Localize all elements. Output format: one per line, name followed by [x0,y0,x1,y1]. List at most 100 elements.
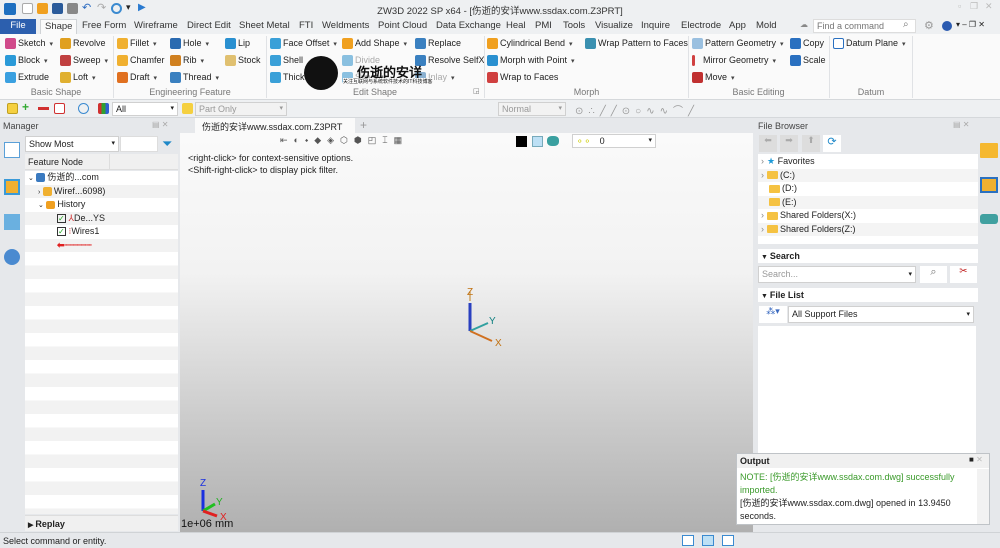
tab-data-exchange[interactable]: Data Exchange [432,19,505,34]
remove-icon[interactable] [38,107,49,110]
copy-button[interactable]: Copy [790,38,824,50]
replace-button[interactable]: Replace [415,38,461,50]
file-browser-tab-icon[interactable] [980,143,998,158]
tab-file[interactable]: File [0,19,36,34]
tree-row-root[interactable]: ⌄ 伤逝的...com [25,171,178,185]
display-icon[interactable] [702,535,714,546]
gear-icon[interactable]: ⚙ [924,19,934,32]
panel-icon[interactable] [722,535,734,546]
scale-button[interactable]: Scale [790,55,826,67]
layer-tab-icon[interactable] [980,214,998,224]
restore-icon[interactable]: ❐ [970,1,978,12]
layout-icon[interactable] [682,535,694,546]
output-pin-icon[interactable]: ■ ✕ [969,455,983,464]
face-offset-button[interactable]: Face Offset ▾ [270,38,337,50]
replay-bar[interactable]: ▶ Replay [25,515,178,531]
tab-tools[interactable]: Tools [559,19,589,34]
datum-plane-button[interactable]: Datum Plane ▾ [833,38,906,50]
tree-row-wires[interactable]: ✓ ⁝Wires1 [25,225,178,239]
search-section-header[interactable]: ▼ Search [758,249,978,263]
show-filter-select[interactable]: Show Most ▾ [25,136,119,152]
hole-button[interactable]: Hole ▾ [170,38,209,50]
forward-icon[interactable]: ➡ [780,135,798,152]
document-tab[interactable]: 伤逝的安详www.ssdax.com.Z3PRT ✕ [195,118,355,143]
resource-tab-icon[interactable] [980,177,998,193]
tab-electrode[interactable]: Electrode [677,19,725,34]
view-tools-icons[interactable]: ⇤◐⬩◆◈⬡⬢◰⌶▦ [280,135,408,146]
tab-inquire[interactable]: Inquire [637,19,674,34]
tree-item-c[interactable]: › (C:) [758,168,978,182]
wrap-to-faces-button[interactable]: Wrap to Faces [487,72,558,84]
tab-wireframe[interactable]: Wireframe [130,19,182,34]
tab-sheet-metal[interactable]: Sheet Metal [235,19,294,34]
resolve-selfx-button[interactable]: Resolve SelfX [415,55,485,67]
mirror-geometry-button[interactable]: Mirror Geometry ▾ [692,55,776,67]
revolve-button[interactable]: Revolve [60,38,106,50]
rib-button[interactable]: Rib ▾ [170,55,204,67]
pin-icon[interactable]: ▤ ✕ [152,120,168,129]
tree-row-datum[interactable]: ✓ ⅄De...YS [25,211,178,225]
block-button[interactable]: Block ▾ [5,55,48,67]
tab-direct-edit[interactable]: Direct Edit [183,19,235,34]
rollback-arrow-icon[interactable]: ⬅┈┈┈┈┈ [57,240,92,250]
up-icon[interactable]: ⬆ [802,135,820,152]
tab-point-cloud[interactable]: Point Cloud [374,19,431,34]
tab-pmi[interactable]: PMI [531,19,556,34]
find-command-input[interactable] [813,19,916,33]
stock-button[interactable]: Stock [225,55,261,67]
add-shape-button[interactable]: Add Shape ▾ [342,38,407,50]
checkbox-icon[interactable]: ✓ [57,227,66,237]
tree-row-wireframe[interactable]: › Wiref...6098) [25,184,178,198]
tab-fti[interactable]: FTI [295,19,317,34]
sketch-button[interactable]: Sketch ▾ [5,38,53,50]
cylindrical-bend-button[interactable]: Cylindrical Bend ▾ [487,38,573,50]
file-type-select[interactable]: All Support Files ▾ [788,306,974,323]
tab-app[interactable]: App [725,19,750,34]
back-icon[interactable]: ⬅ [759,135,777,152]
tree-row-rollback[interactable]: ⬅┈┈┈┈┈ [25,238,178,252]
move-button[interactable]: Move ▾ [692,72,735,84]
visual-tab-icon[interactable] [4,214,20,230]
pick-icon[interactable] [7,103,18,114]
search-icon[interactable]: ⌕ [903,19,909,30]
draft-button[interactable]: Draft ▾ [117,72,157,84]
layer-select[interactable]: ⚬⚬ 0 ▾ [572,134,656,148]
style-select[interactable]: Normal ▾ [498,102,566,116]
help-dropdown-icon[interactable]: ▾ ‒ ❐ ✕ [956,20,985,29]
filter-select[interactable]: All ▾ [112,102,178,116]
wrap-pattern-to-faces-button[interactable]: Wrap Pattern to Faces [585,38,688,50]
assembly-tab-icon[interactable] [4,179,20,195]
shell-button[interactable]: Shell [270,55,303,67]
file-list-section-header[interactable]: ▼ File List [758,288,978,302]
hexagon-icon[interactable] [78,103,89,114]
background-color-icon[interactable] [516,136,527,147]
face-color-icon[interactable] [532,136,543,147]
extrude-button[interactable]: Extrude [5,72,49,84]
tab-weldments[interactable]: Weldments [318,19,373,34]
tab-free-form[interactable]: Free Form [78,19,130,34]
dialog-launcher-icon[interactable]: ◲ [473,87,480,95]
tree-row-history[interactable]: ⌄ History [25,198,178,212]
new-tab-icon[interactable]: + [360,118,367,132]
output-scrollbar[interactable] [977,469,989,524]
tab-mold[interactable]: Mold [752,19,781,34]
select-box-icon[interactable] [54,103,65,114]
chamfer-button[interactable]: Chamfer [117,55,165,67]
tree-item-e[interactable]: (E:) [758,195,978,209]
user-tab-icon[interactable] [4,249,20,265]
thread-button[interactable]: Thread ▾ [170,72,219,84]
history-tab-icon[interactable] [4,142,20,158]
tab-shape[interactable]: Shape [40,19,78,34]
thicken-button[interactable]: Thick [270,72,305,84]
layer-icon[interactable] [547,136,559,146]
filter-input[interactable] [120,136,158,152]
filter-bar-icon[interactable] [98,103,109,114]
fillet-button[interactable]: Fillet ▾ [117,38,157,50]
lip-button[interactable]: Lip [225,38,250,50]
help-icon[interactable] [942,21,952,31]
view-mode-icon[interactable]: ⁂▾ [759,306,787,323]
pattern-geometry-button[interactable]: Pattern Geometry ▾ [692,38,784,50]
tab-visualize[interactable]: Visualize [591,19,637,34]
clear-search-icon[interactable]: ✂ [950,266,977,283]
sweep-button[interactable]: Sweep ▾ [60,55,108,67]
